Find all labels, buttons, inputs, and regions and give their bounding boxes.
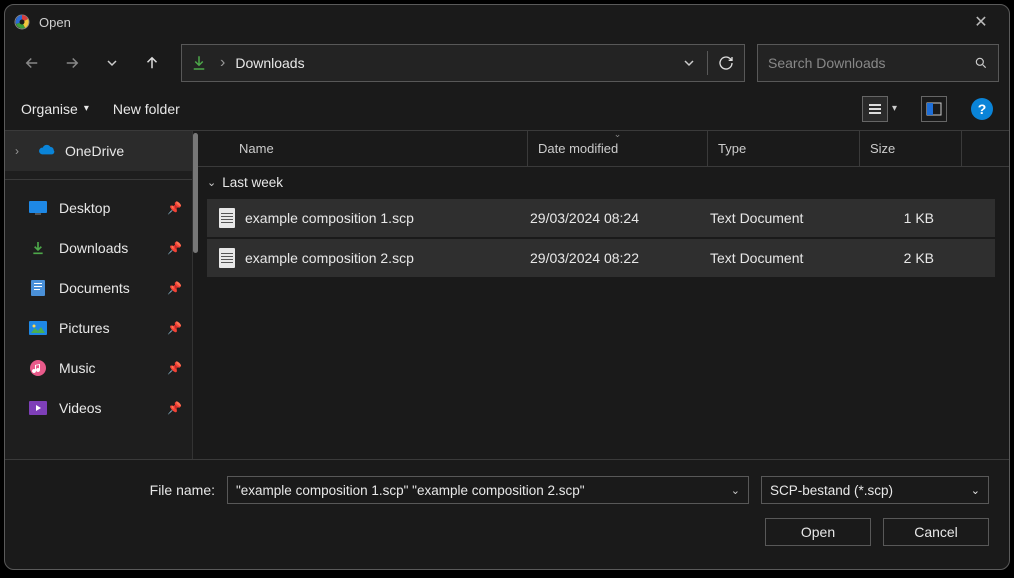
chevron-right-icon: › bbox=[220, 54, 225, 72]
footer: File name: ⌄ SCP-bestand (*.scp) ⌄ Open … bbox=[5, 459, 1009, 569]
pin-icon: 📌 bbox=[167, 281, 182, 295]
sidebar-item-pictures[interactable]: Pictures 📌 bbox=[5, 308, 192, 348]
sidebar-item-music[interactable]: Music 📌 bbox=[5, 348, 192, 388]
column-type[interactable]: Type bbox=[708, 131, 860, 166]
sidebar-item-onedrive[interactable]: › OneDrive bbox=[5, 131, 192, 171]
file-row[interactable]: example composition 1.scp 29/03/2024 08:… bbox=[207, 199, 995, 237]
file-name: example composition 2.scp bbox=[245, 250, 414, 266]
pin-icon: 📌 bbox=[167, 321, 182, 335]
back-button[interactable] bbox=[15, 46, 49, 80]
close-button[interactable]: ✕ bbox=[961, 12, 1001, 32]
group-header[interactable]: ⌄ Last week bbox=[193, 167, 1009, 197]
pin-icon: 📌 bbox=[167, 401, 182, 415]
column-date[interactable]: ⌄Date modified bbox=[528, 131, 708, 166]
sidebar: › OneDrive Desktop 📌 Downloads 📌 Documen… bbox=[5, 131, 193, 459]
sidebar-item-label: OneDrive bbox=[65, 143, 124, 159]
sidebar-item-documents[interactable]: Documents 📌 bbox=[5, 268, 192, 308]
file-icon bbox=[219, 208, 235, 228]
column-headers: Name ⌄Date modified Type Size bbox=[193, 131, 1009, 167]
search-box[interactable] bbox=[757, 44, 999, 82]
file-list: Name ⌄Date modified Type Size ⌄ Last wee… bbox=[193, 131, 1009, 459]
scrollbar[interactable] bbox=[193, 133, 198, 253]
open-button[interactable]: Open bbox=[765, 518, 871, 546]
music-icon bbox=[29, 359, 47, 377]
chevron-down-icon[interactable]: ⌄ bbox=[731, 484, 740, 497]
sidebar-item-label: Documents bbox=[59, 280, 155, 296]
main: › OneDrive Desktop 📌 Downloads 📌 Documen… bbox=[5, 131, 1009, 459]
file-type: Text Document bbox=[700, 250, 852, 266]
nav-row: › Downloads bbox=[5, 39, 1009, 87]
pin-icon: 📌 bbox=[167, 361, 182, 375]
breadcrumb-downloads[interactable]: Downloads bbox=[229, 51, 310, 75]
chevron-down-icon: ▾ bbox=[84, 103, 89, 114]
sidebar-item-downloads[interactable]: Downloads 📌 bbox=[5, 228, 192, 268]
forward-button[interactable] bbox=[55, 46, 89, 80]
cancel-button[interactable]: Cancel bbox=[883, 518, 989, 546]
toolbar: Organise ▾ New folder ▾ ? bbox=[5, 87, 1009, 131]
pictures-icon bbox=[29, 319, 47, 337]
chevron-down-icon: ⌄ bbox=[207, 176, 216, 189]
titlebar: Open ✕ bbox=[5, 5, 1009, 39]
desktop-icon bbox=[29, 199, 47, 217]
filename-input[interactable] bbox=[236, 483, 731, 498]
sidebar-item-label: Desktop bbox=[59, 200, 155, 216]
file-size: 2 KB bbox=[852, 250, 954, 266]
recent-dropdown[interactable] bbox=[95, 46, 129, 80]
preview-pane-button[interactable] bbox=[921, 96, 947, 122]
organise-menu[interactable]: Organise ▾ bbox=[21, 101, 89, 117]
new-folder-button[interactable]: New folder bbox=[113, 101, 180, 117]
file-date: 29/03/2024 08:24 bbox=[520, 210, 700, 226]
filetype-filter[interactable]: SCP-bestand (*.scp) ⌄ bbox=[761, 476, 989, 504]
sidebar-item-label: Music bbox=[59, 360, 155, 376]
documents-icon bbox=[29, 279, 47, 297]
chevron-down-icon[interactable]: ▾ bbox=[892, 103, 897, 114]
address-dropdown[interactable] bbox=[671, 57, 707, 69]
app-logo-icon bbox=[13, 13, 31, 31]
downloads-icon bbox=[182, 54, 216, 72]
column-name[interactable]: Name bbox=[203, 131, 528, 166]
sidebar-item-desktop[interactable]: Desktop 📌 bbox=[5, 188, 192, 228]
file-icon bbox=[219, 248, 235, 268]
chevron-right-icon: › bbox=[15, 144, 29, 158]
sidebar-item-label: Videos bbox=[59, 400, 155, 416]
file-type: Text Document bbox=[700, 210, 852, 226]
filename-label: File name: bbox=[25, 482, 215, 498]
sidebar-item-label: Downloads bbox=[59, 240, 155, 256]
up-button[interactable] bbox=[135, 46, 169, 80]
file-open-dialog: Open ✕ › Downloads bbox=[4, 4, 1010, 570]
search-icon[interactable] bbox=[974, 56, 988, 70]
sort-indicator-icon: ⌄ bbox=[614, 131, 622, 140]
sidebar-item-label: Pictures bbox=[59, 320, 155, 336]
view-mode-button[interactable] bbox=[862, 96, 888, 122]
sidebar-item-videos[interactable]: Videos 📌 bbox=[5, 388, 192, 428]
filename-input-wrap[interactable]: ⌄ bbox=[227, 476, 749, 504]
chevron-down-icon: ⌄ bbox=[971, 484, 980, 497]
address-bar[interactable]: › Downloads bbox=[181, 44, 745, 82]
onedrive-icon bbox=[37, 144, 57, 158]
refresh-button[interactable] bbox=[708, 55, 744, 71]
file-size: 1 KB bbox=[852, 210, 954, 226]
search-input[interactable] bbox=[768, 55, 966, 71]
file-row[interactable]: example composition 2.scp 29/03/2024 08:… bbox=[207, 239, 995, 277]
file-name: example composition 1.scp bbox=[245, 210, 414, 226]
videos-icon bbox=[29, 399, 47, 417]
downloads-icon bbox=[29, 239, 47, 257]
file-date: 29/03/2024 08:22 bbox=[520, 250, 700, 266]
column-size[interactable]: Size bbox=[860, 131, 962, 166]
pin-icon: 📌 bbox=[167, 201, 182, 215]
window-title: Open bbox=[39, 15, 961, 30]
help-button[interactable]: ? bbox=[971, 98, 993, 120]
pin-icon: 📌 bbox=[167, 241, 182, 255]
